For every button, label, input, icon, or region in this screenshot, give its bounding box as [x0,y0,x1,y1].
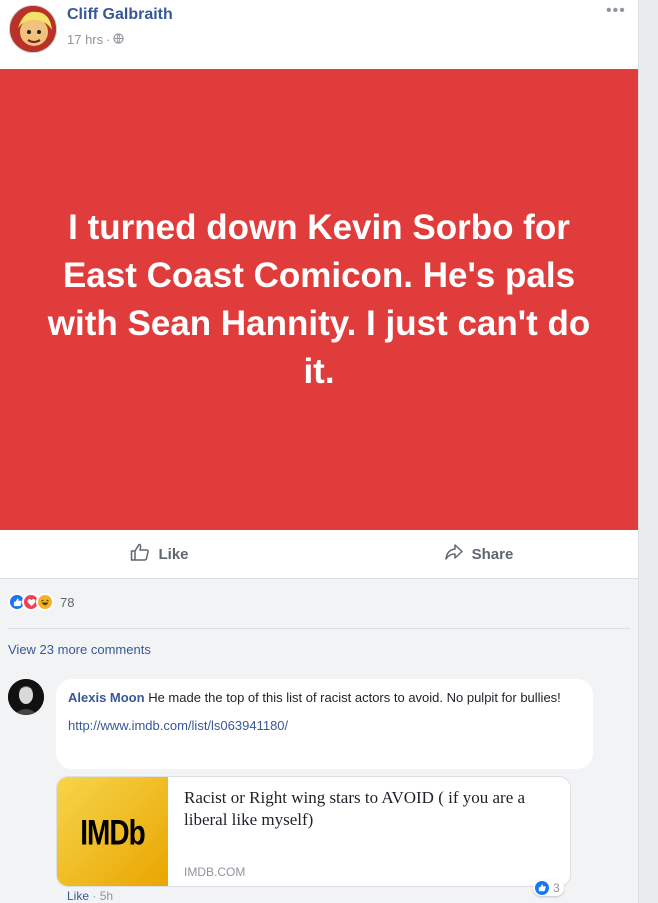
view-more-comments-link[interactable]: View 23 more comments [8,642,151,657]
status-text: I turned down Kevin Sorbo for East Coast… [47,207,591,391]
share-button[interactable]: Share [319,530,638,578]
like-button[interactable]: Like [0,530,319,578]
status-background: I turned down Kevin Sorbo for East Coast… [0,69,638,530]
divider [8,628,630,629]
post-time[interactable]: 17 hrs [67,32,103,47]
meta-separator: · [106,32,111,47]
comment-like-link[interactable]: Like [67,889,89,903]
share-arrow-icon [444,543,464,565]
more-options-icon[interactable]: ••• [606,2,626,20]
reaction-count: 78 [60,594,75,610]
page-background-strip [638,0,658,903]
post-meta: 17 hrs · [67,32,125,47]
comment-text: He made the top of this list of racist a… [148,690,561,705]
comment-meta-separator: · [92,889,97,903]
commenter-avatar[interactable] [8,679,44,715]
post-author-name[interactable]: Cliff Galbraith [67,6,173,24]
reactions-summary[interactable]: 78 [8,593,74,611]
post-actions: Like Share [0,530,638,578]
like-label: Like [158,545,189,563]
comment-link[interactable]: http://www.imdb.com/list/ls063941180/ [68,717,581,735]
preview-title: Racist or Right wing stars to AVOID ( if… [184,788,526,829]
preview-domain: IMDB.COM [184,865,246,879]
share-label: Share [471,545,514,563]
globe-icon [113,32,125,47]
comment-time[interactable]: 5h [100,889,113,903]
link-preview[interactable]: IMDb Racist or Right wing stars to AVOID… [56,776,571,887]
imdb-logo: IMDb [57,777,168,886]
comment-reactions[interactable]: 3 [533,880,564,896]
comment-like-icon [535,881,549,895]
comment-bubble: Alexis Moon He made the top of this list… [56,679,593,769]
comment-reaction-count: 3 [553,881,560,895]
imdb-logo-text: IMDb [80,812,145,852]
haha-icon [36,593,54,611]
author-avatar[interactable] [9,5,57,53]
commenter-name[interactable]: Alexis Moon [68,690,145,705]
comment-meta: Like · 5h [67,889,113,903]
thumbs-up-icon [130,543,150,565]
post-card: Cliff Galbraith 17 hrs · ••• I turned do… [0,0,638,903]
